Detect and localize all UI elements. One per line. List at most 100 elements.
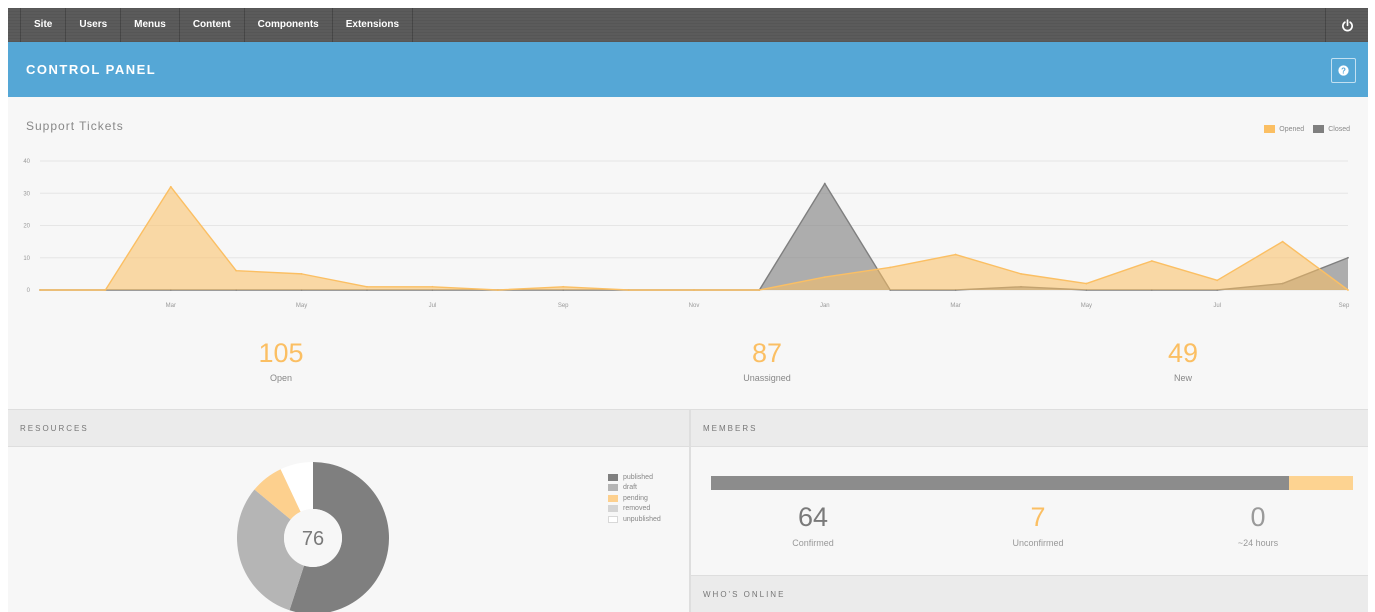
x-tick-label-5: Jan <box>820 303 830 309</box>
legend-swatch-published <box>608 473 618 481</box>
legend-item-removed: removed <box>608 504 661 515</box>
point-opened-7 <box>496 289 499 291</box>
x-tick-label-3: Sep <box>558 303 569 309</box>
legend-swatch-unpublished <box>608 515 618 523</box>
members-header: MEMBERS <box>691 409 1368 447</box>
members-unconfirmed: 7 Unconfirmed <box>958 502 1118 548</box>
point-opened-15 <box>1020 272 1022 275</box>
menu-item-users[interactable]: Users <box>66 8 122 42</box>
x-tick-label-6: Mar <box>950 303 960 309</box>
point-opened-19 <box>1281 240 1284 243</box>
help-button[interactable]: ? <box>1331 58 1356 83</box>
x-tick-label-1: May <box>296 303 307 309</box>
main-menu: Site Users Menus Content Components Exte… <box>20 8 414 42</box>
legend-label-draft: draft <box>623 484 638 492</box>
x-tick-label-4: Nov <box>689 303 700 309</box>
point-opened-1 <box>104 289 107 291</box>
point-opened-9 <box>627 289 630 291</box>
legend-item-pending: pending <box>608 493 661 504</box>
logout-button[interactable] <box>1325 8 1368 42</box>
legend-item-draft: draft <box>608 483 661 494</box>
resources-header: RESOURCES <box>8 409 689 447</box>
legend-item-opened: Opened <box>1264 125 1304 133</box>
stat-unassigned-value: 87 <box>751 338 783 368</box>
stat-new-label: New <box>1173 373 1192 383</box>
resources-legend: published draft pending removed unpublis… <box>608 472 661 525</box>
point-opened-16 <box>1085 282 1088 285</box>
whos-online-header: WHO'S ONLINE <box>691 575 1368 612</box>
support-tickets-panel: 0 10 20 30 40 Mar May Jul Sep Nov Jan Mar May Jul Sep … <box>8 97 1368 409</box>
legend-swatch-opened <box>1264 125 1276 133</box>
legend-label-closed: Closed <box>1328 125 1350 133</box>
stat-new: 49 New <box>1083 338 1283 383</box>
chart-legend: Opened Closed <box>1255 125 1350 133</box>
legend-item-published: published <box>608 472 661 483</box>
point-opened-13 <box>889 266 892 269</box>
members-bar-confirmed <box>711 476 1289 490</box>
point-opened-8 <box>562 285 565 288</box>
members-confirmed: 64 Confirmed <box>733 502 893 548</box>
y-tick-label-4: 40 <box>23 159 30 165</box>
y-tick-label-3: 30 <box>23 191 30 197</box>
stat-open-label: Open <box>269 373 293 383</box>
resources-total: 76 <box>301 528 325 550</box>
menu-item-menus[interactable]: Menus <box>121 8 180 42</box>
point-opened-12 <box>823 276 826 278</box>
point-closed-20 <box>1347 256 1349 259</box>
legend-swatch-removed <box>608 505 618 513</box>
point-opened-11 <box>758 289 761 291</box>
y-tick-label-2: 20 <box>23 224 30 230</box>
legend-label-pending: pending <box>623 494 648 502</box>
point-opened-3 <box>235 269 238 272</box>
power-icon <box>1341 18 1353 31</box>
legend-label-opened: Opened <box>1279 125 1305 133</box>
stat-open-value: 105 <box>258 338 304 368</box>
members-24h-label: ~24 hours <box>1237 538 1279 548</box>
point-closed-12 <box>823 182 826 185</box>
legend-label-removed: removed <box>623 505 651 513</box>
point-opened-10 <box>693 289 695 291</box>
legend-swatch-draft <box>608 484 618 492</box>
stat-new-value: 49 <box>1167 338 1199 368</box>
support-tickets-chart: 0 10 20 30 40 Mar May Jul Sep Nov Jan Mar May Jul Sep <box>23 159 1350 309</box>
y-tick-label-1: 10 <box>23 256 30 262</box>
menu-item-extensions[interactable]: Extensions <box>333 8 414 42</box>
x-tick-label-9: Sep <box>1339 303 1350 309</box>
members-bar <box>711 476 1353 490</box>
area-opened <box>40 186 1348 290</box>
x-tick-label-7: May <box>1081 303 1092 309</box>
support-tickets-title: Support Tickets <box>26 119 124 133</box>
stat-unassigned: 87 Unassigned <box>667 338 867 383</box>
menu-item-site[interactable]: Site <box>20 8 67 42</box>
svg-text:?: ? <box>1341 66 1346 75</box>
x-tick-label-0: Mar <box>166 303 176 309</box>
menu-item-content[interactable]: Content <box>180 8 245 42</box>
members-confirmed-value: 64 <box>797 502 829 532</box>
admin-frame: Site Users Menus Content Components Exte… <box>8 8 1368 612</box>
point-opened-6 <box>431 285 434 288</box>
members-unconfirmed-value: 7 <box>1030 502 1046 532</box>
members-unconfirmed-label: Unconfirmed <box>1012 538 1064 548</box>
y-tick-label-0: 0 <box>27 288 31 294</box>
legend-swatch-pending <box>608 494 618 502</box>
point-opened-0 <box>39 289 41 291</box>
legend-label-published: published <box>623 473 653 481</box>
point-opened-17 <box>1150 260 1153 262</box>
page-header: CONTROL PANEL ? <box>8 42 1368 97</box>
members-24h-value: 0 <box>1250 502 1266 532</box>
top-navigation: Site Users Menus Content Components Exte… <box>8 8 1368 42</box>
point-opened-5 <box>366 285 368 288</box>
members-24h: 0 ~24 hours <box>1178 502 1338 548</box>
point-opened-14 <box>954 253 957 256</box>
legend-item-unpublished: unpublished <box>608 514 661 525</box>
menu-item-components[interactable]: Components <box>245 8 333 42</box>
point-opened-20 <box>1347 289 1349 291</box>
x-tick-label-8: Jul <box>1213 303 1221 309</box>
point-opened-2 <box>169 185 172 188</box>
x-tick-label-2: Jul <box>429 303 437 309</box>
members-bar-unconfirmed <box>1288 476 1353 490</box>
help-icon: ? <box>1338 65 1349 76</box>
point-opened-4 <box>300 272 303 275</box>
members-confirmed-label: Confirmed <box>792 538 834 548</box>
legend-swatch-closed <box>1313 125 1325 133</box>
